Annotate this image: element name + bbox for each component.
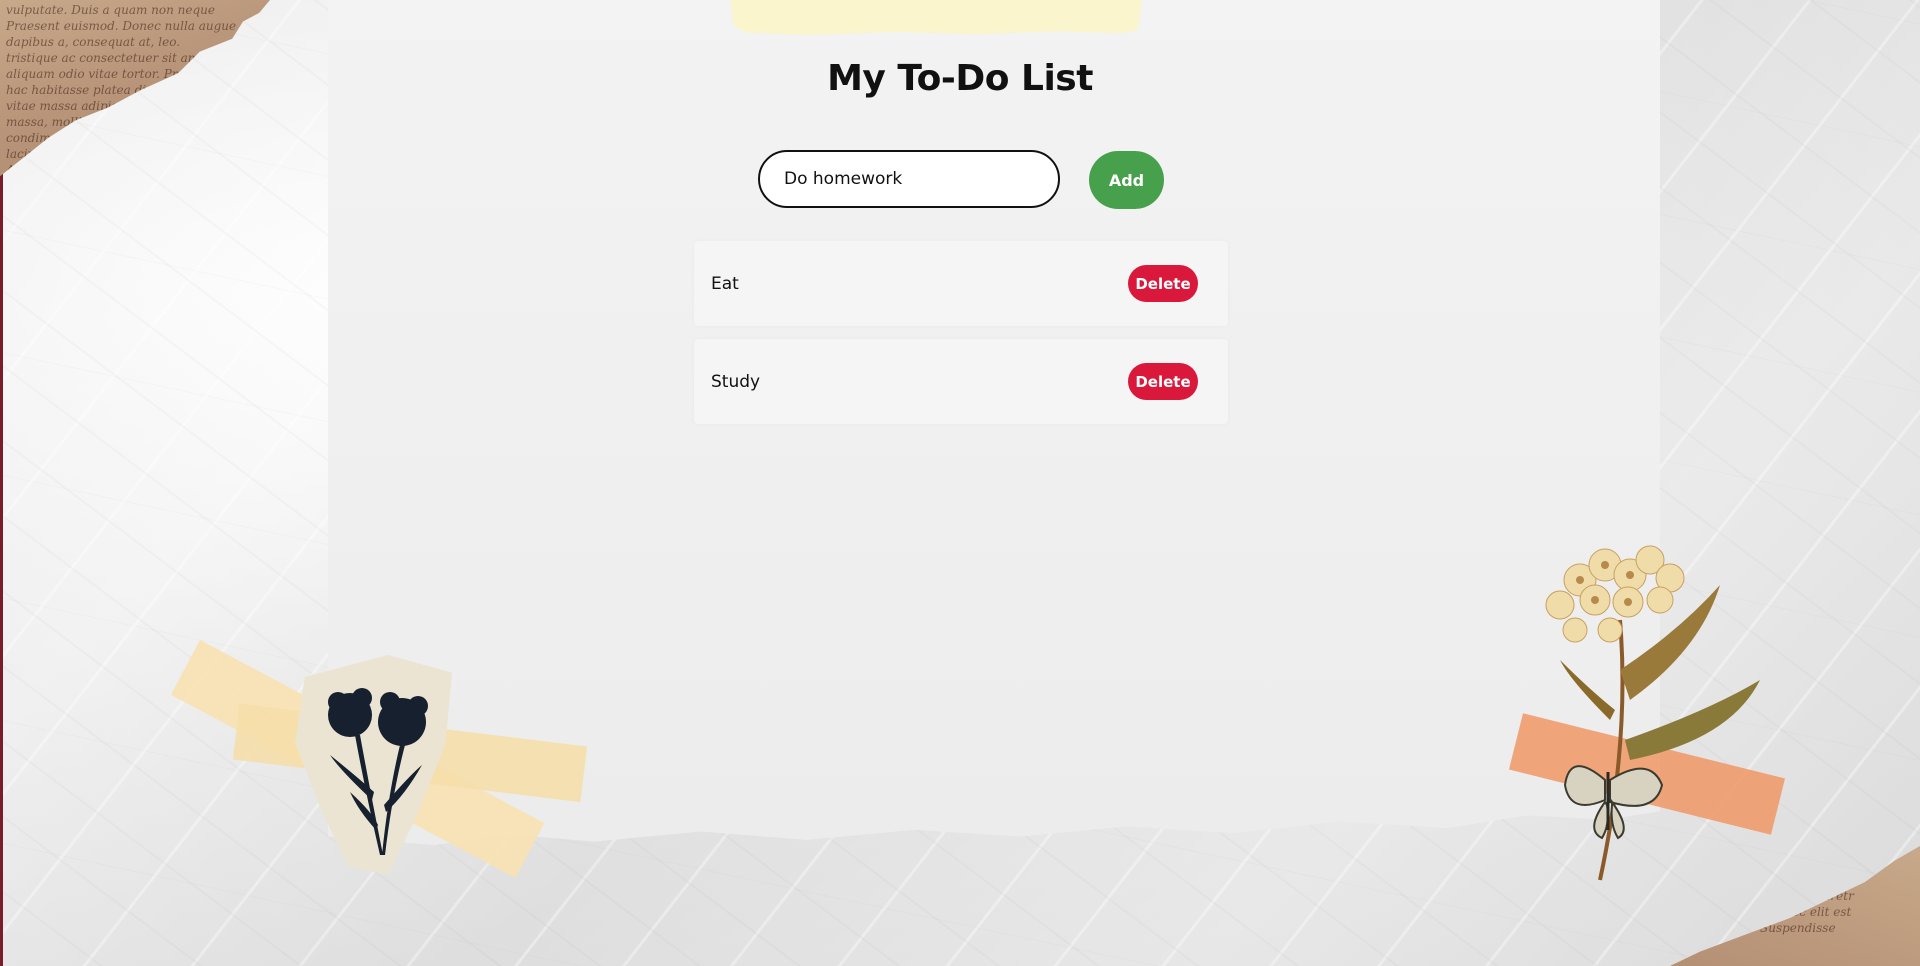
todo-list: Eat Delete Study Delete bbox=[694, 241, 1228, 437]
vintage-paper-decoration-top-left: vulputate. Duis a quam non neque Praesen… bbox=[0, 0, 270, 177]
delete-button[interactable]: Delete bbox=[1128, 363, 1198, 400]
dark-flower-icon bbox=[328, 688, 428, 855]
page-title: My To-Do List bbox=[827, 58, 1093, 99]
todo-item-text: Study bbox=[711, 372, 761, 392]
list-item: Study Delete bbox=[694, 339, 1228, 424]
todo-input[interactable] bbox=[758, 150, 1060, 208]
todo-input-wrapper bbox=[758, 150, 1060, 208]
todo-item-text: Eat bbox=[711, 274, 739, 294]
delete-button[interactable]: Delete bbox=[1128, 265, 1198, 302]
add-button[interactable]: Add bbox=[1089, 151, 1164, 209]
list-item: Eat Delete bbox=[694, 241, 1228, 326]
pressed-flower-butterfly-icon bbox=[1545, 545, 1760, 881]
